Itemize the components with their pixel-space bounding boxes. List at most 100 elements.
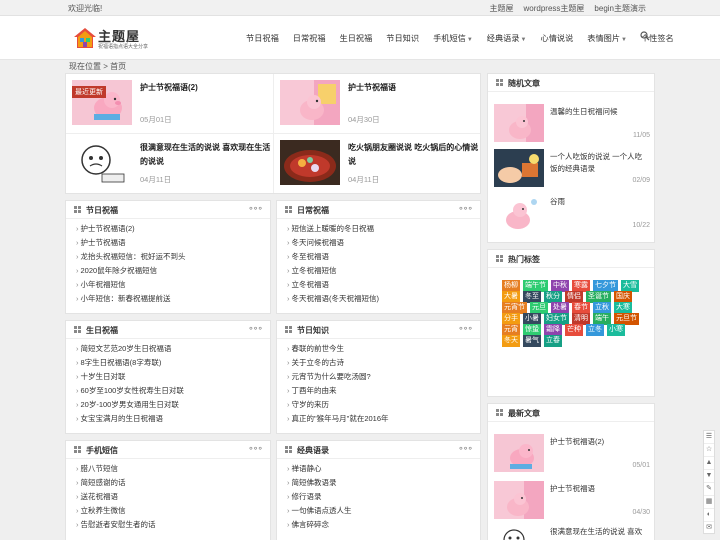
list-item[interactable]: › 小年短信：新春祝福提前送 — [76, 293, 186, 307]
section-title[interactable]: 日常祝福 — [297, 205, 329, 216]
list-item[interactable]: › 女宝宝满月的生日祝福语 — [76, 413, 184, 427]
section-title[interactable]: 手机短信 — [86, 445, 118, 456]
list-item[interactable]: › 立冬祝福语 — [287, 279, 379, 293]
tag-link[interactable]: 小寒 — [607, 324, 625, 336]
top-link-site[interactable]: 主题屋 — [490, 3, 514, 14]
list-item[interactable]: › 短信送上暖暖的冬日祝福 — [287, 223, 379, 237]
sidebar-post-title[interactable]: 一个人吃饭的说说 一个人吃饭的经典语录 — [550, 151, 646, 175]
list-item[interactable]: › 立冬祝福短信 — [287, 265, 379, 279]
more-icon[interactable]: ∘∘∘ — [248, 203, 263, 214]
list-item[interactable]: › 丁酉年的由来 — [287, 385, 389, 399]
list-item[interactable]: › 护士节祝福语(2) — [76, 223, 186, 237]
tag-link[interactable]: 立春 — [544, 335, 562, 347]
sidebar-post-title[interactable]: 谷雨 — [550, 196, 646, 208]
tag-link[interactable]: 立冬 — [586, 324, 604, 336]
more-icon[interactable]: ∘∘∘ — [248, 323, 263, 334]
favorite-tool-button[interactable]: ☆ — [704, 444, 714, 457]
list-item[interactable]: › 护士节祝福语 — [76, 237, 186, 251]
post-thumbnail[interactable] — [494, 481, 544, 519]
nav-item-sms[interactable]: 手机短信▼ — [426, 32, 480, 44]
sidebar-post-title[interactable]: 护士节祝福语 — [550, 483, 646, 495]
post-thumbnail[interactable] — [72, 140, 132, 185]
list-item[interactable]: › 十岁生日对联 — [76, 371, 184, 385]
list-item[interactable]: › 佛言碎碎念 — [287, 519, 352, 533]
list-item[interactable]: › 20岁-100岁男女通用生日对联 — [76, 399, 184, 413]
nav-item-images[interactable]: 表情图片▼ — [580, 32, 634, 44]
top-tool-button[interactable]: ▲ — [704, 457, 714, 470]
list-item[interactable]: › 冬至祝福语 — [287, 251, 379, 265]
nav-item-birthday[interactable]: 生日祝福 — [333, 32, 380, 44]
post-thumbnail[interactable] — [494, 149, 544, 187]
contact-tool-button[interactable]: ✉ — [704, 522, 714, 535]
post-thumbnail[interactable] — [494, 104, 544, 142]
list-item[interactable]: › 真正的"猴年马月"就在2016年 — [287, 413, 389, 427]
list-item[interactable]: › 告慰逝者安慰生者的话 — [76, 519, 156, 533]
sidebar-post[interactable]: 谷雨 10/22 — [494, 194, 650, 234]
list-item[interactable]: › 龙抬头祝福短信：祝好运不到头 — [76, 251, 186, 265]
nav-item-holiday[interactable]: 节日祝福 — [239, 32, 286, 44]
post-thumbnail[interactable] — [494, 434, 544, 472]
share-tool-button[interactable]: ☰ — [704, 431, 714, 444]
post-thumbnail[interactable] — [494, 194, 544, 232]
post-thumbnail[interactable] — [494, 524, 544, 540]
tag-link[interactable]: 芒种 — [565, 324, 583, 336]
list-item[interactable]: › 8字生日祝福语(8字寿联) — [76, 357, 184, 371]
post-title[interactable]: 护士节祝福语 — [348, 81, 480, 95]
list-item[interactable]: › 简短佛教语录 — [287, 477, 352, 491]
section-title[interactable]: 节日祝福 — [86, 205, 118, 216]
sidebar-post[interactable]: 护士节祝福语(2) 05/01 — [494, 434, 650, 474]
sidebar-post-title[interactable]: 温馨的生日祝福问候 — [550, 106, 646, 118]
more-icon[interactable]: ∘∘∘ — [248, 443, 263, 454]
tag-link[interactable]: 冬天 — [502, 335, 520, 347]
sidebar-post[interactable]: 温馨的生日祝福问候 11/05 — [494, 104, 650, 144]
featured-post[interactable]: 很满意现在生活的说说 喜欢现在生活的说说 04月11日 — [72, 140, 276, 200]
sidebar-post[interactable]: 一个人吃饭的说说 一个人吃饭的经典语录 02/09 — [494, 149, 650, 189]
list-item[interactable]: › 关于立冬的古诗 — [287, 357, 389, 371]
list-item[interactable]: › 送花祝福语 — [76, 491, 156, 505]
nav-item-quotes[interactable]: 经典语录▼ — [480, 32, 534, 44]
list-item[interactable]: › 立秋养生微信 — [76, 505, 156, 519]
list-item[interactable]: › 2020鼠年除夕祝福短信 — [76, 265, 186, 279]
nav-item-daily[interactable]: 日常祝福 — [286, 32, 333, 44]
qrcode-tool-button[interactable]: ▦ — [704, 496, 714, 509]
more-icon[interactable]: ∘∘∘ — [458, 323, 473, 334]
site-logo[interactable]: 主题屋 祝福语指点语大全分享 — [74, 25, 154, 53]
list-item[interactable]: › 禅语静心 — [287, 463, 352, 477]
bottom-tool-button[interactable]: ▼ — [704, 470, 714, 483]
more-icon[interactable]: ∘∘∘ — [458, 443, 473, 454]
featured-post[interactable]: 最近更新 护士节祝福语(2) 05月01日 — [72, 80, 276, 140]
list-item[interactable]: › 元宵节为什么要吃汤圆? — [287, 371, 389, 385]
list-item[interactable]: › 冬天问候祝福语 — [287, 237, 379, 251]
breadcrumb-home[interactable]: 首页 — [110, 62, 126, 71]
list-item[interactable]: › 简短文艺范20岁生日祝福语 — [76, 343, 184, 357]
section-title[interactable]: 经典语录 — [297, 445, 329, 456]
theme-tool-button[interactable]: ◐ — [704, 509, 714, 522]
post-thumbnail[interactable] — [280, 80, 340, 125]
sidebar-post[interactable]: 很满意现在生活的说说 喜欢现 — [494, 524, 650, 540]
post-thumbnail[interactable] — [280, 140, 340, 185]
nav-item-mood[interactable]: 心情说说 — [534, 32, 581, 44]
list-item[interactable]: › 简短感谢的话 — [76, 477, 156, 491]
post-title[interactable]: 很满意现在生活的说说 喜欢现在生活的说说 — [140, 141, 272, 169]
sidebar-post-title[interactable]: 护士节祝福语(2) — [550, 436, 646, 448]
search-icon[interactable] — [640, 31, 650, 41]
top-link-begin[interactable]: begin主题演示 — [594, 3, 646, 14]
list-item[interactable]: › 守岁的来历 — [287, 399, 389, 413]
post-title[interactable]: 吃火锅朋友圈说说 吃火锅后的心情说说 — [348, 141, 480, 169]
list-item[interactable]: › 春联的前世今生 — [287, 343, 389, 357]
featured-post[interactable]: 吃火锅朋友圈说说 吃火锅后的心情说说 04月11日 — [280, 140, 484, 200]
comment-tool-button[interactable]: ✎ — [704, 483, 714, 496]
sidebar-post[interactable]: 护士节祝福语 04/30 — [494, 481, 650, 521]
list-item[interactable]: › 腊八节短信 — [76, 463, 156, 477]
tag-link[interactable]: 暑气 — [523, 335, 541, 347]
section-title[interactable]: 节日知识 — [297, 325, 329, 336]
sidebar-post-title[interactable]: 很满意现在生活的说说 喜欢现 — [550, 526, 646, 540]
featured-post[interactable]: 护士节祝福语 04月30日 — [280, 80, 484, 140]
list-item[interactable]: › 修行语录 — [287, 491, 352, 505]
post-title[interactable]: 护士节祝福语(2) — [140, 81, 272, 95]
list-item[interactable]: › 冬天祝福语(冬天祝福短信) — [287, 293, 379, 307]
list-item[interactable]: › 60岁至100岁女性祝寿生日对联 — [76, 385, 184, 399]
list-item[interactable]: › 小年祝福短信 — [76, 279, 186, 293]
more-icon[interactable]: ∘∘∘ — [458, 203, 473, 214]
top-link-wordpress[interactable]: wordpress主题屋 — [524, 3, 585, 14]
